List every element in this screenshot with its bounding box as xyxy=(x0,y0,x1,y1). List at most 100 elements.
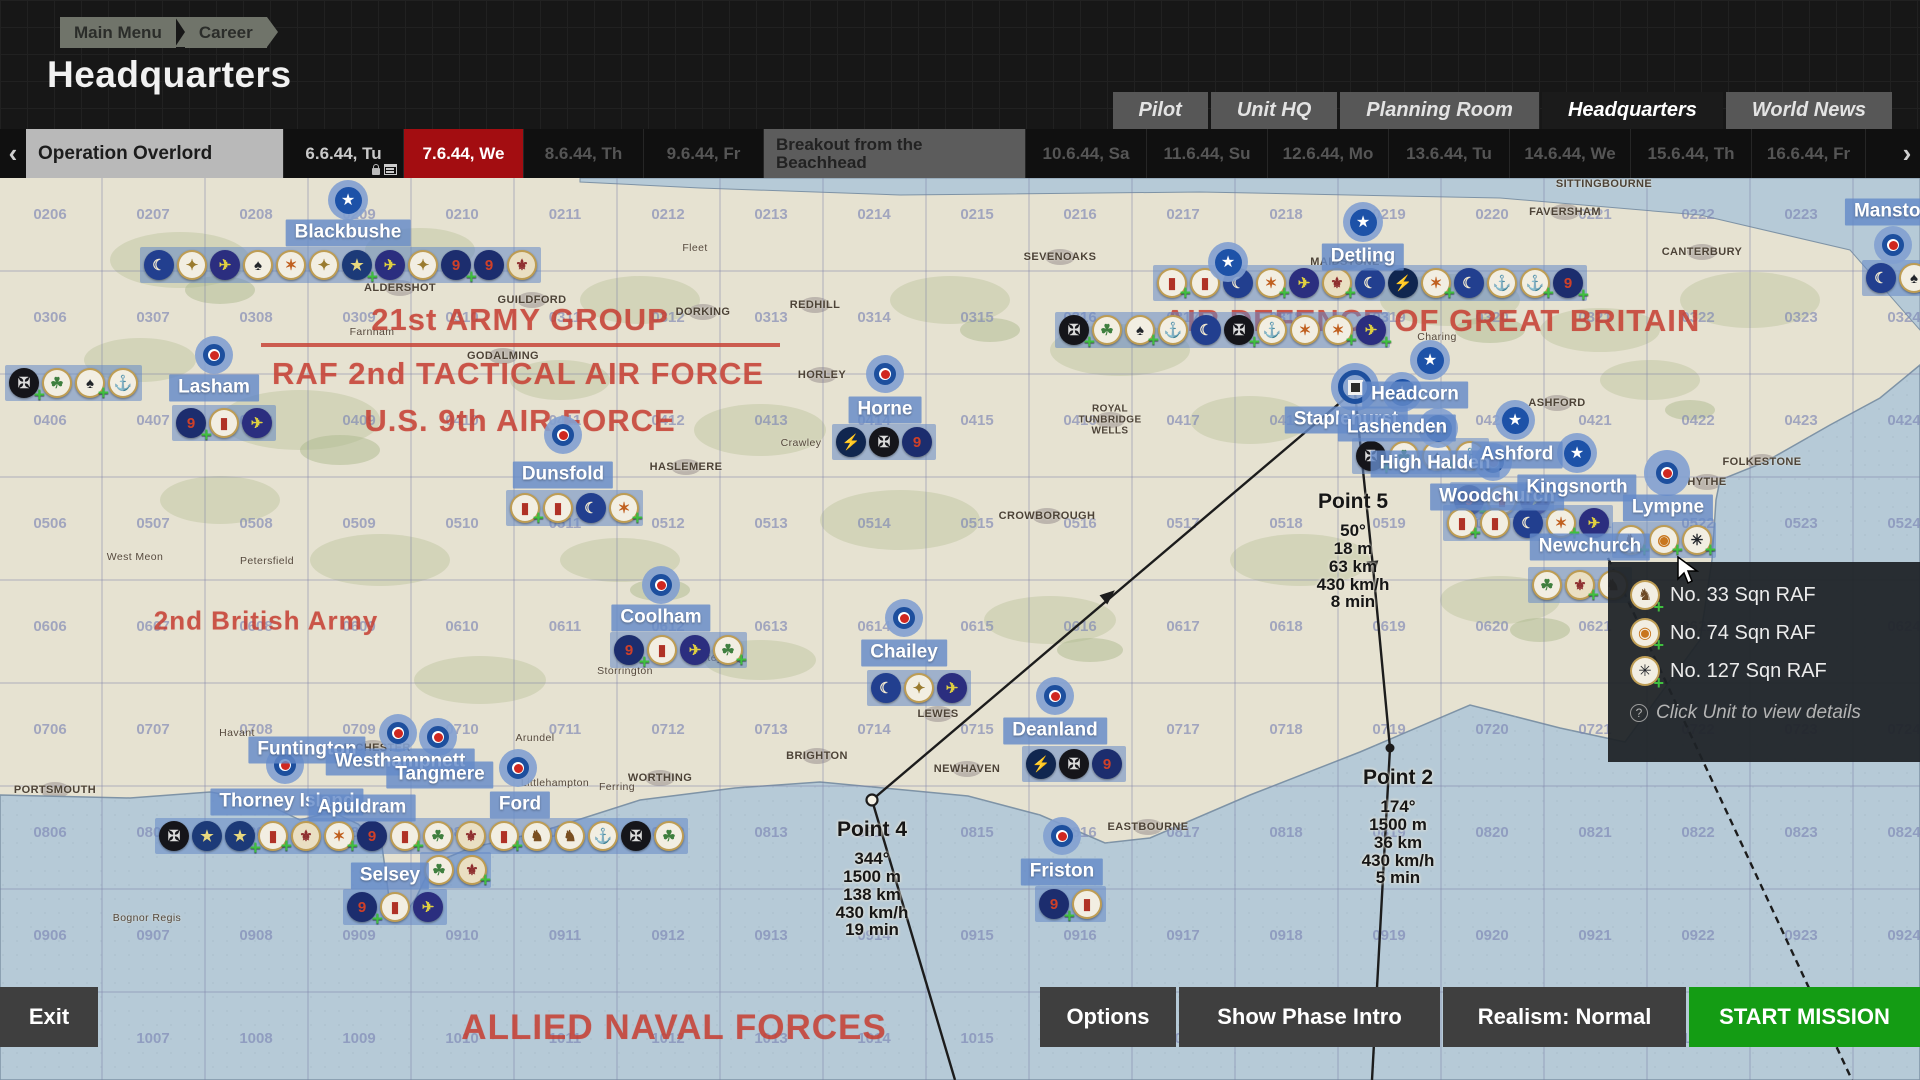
airfield-marker-blackbushe[interactable]: ★ xyxy=(328,180,368,220)
timeline-date-14.6.44[interactable]: 14.6.44, We xyxy=(1510,129,1631,178)
squadron-badge[interactable]: ☘+ xyxy=(713,635,743,665)
start-mission-button[interactable]: START MISSION xyxy=(1689,987,1920,1047)
timeline-date-15.6.44[interactable]: 15.6.44, Th xyxy=(1631,129,1752,178)
squadron-badge[interactable]: ✶+ xyxy=(1256,268,1286,298)
squadron-badge[interactable]: ▮ xyxy=(543,493,573,523)
airfield-label-horne[interactable]: Horne xyxy=(849,397,922,424)
squadron-badge[interactable]: 9 xyxy=(902,427,932,457)
timeline-date-16.6.44[interactable]: 16.6.44, Fr xyxy=(1752,129,1866,178)
squadron-badge[interactable]: ✶+ xyxy=(1421,268,1451,298)
squadron-badge[interactable]: 9+ xyxy=(1553,268,1583,298)
squadron-badge[interactable]: ⚜ xyxy=(507,250,537,280)
airfield-label-chailey[interactable]: Chailey xyxy=(861,640,947,667)
squadron-badge[interactable]: ✶+ xyxy=(324,821,354,851)
squadron-badge[interactable]: ✈ xyxy=(937,673,967,703)
squadron-badge[interactable]: ★+ xyxy=(342,250,372,280)
exit-button[interactable]: Exit xyxy=(0,987,98,1047)
squadron-badge[interactable]: ♠+ xyxy=(1125,315,1155,345)
airfield-label-lympne[interactable]: Lympne xyxy=(1623,495,1713,522)
squadron-badge[interactable]: ⚜+ xyxy=(1322,268,1352,298)
squadron-badge[interactable]: ✦ xyxy=(904,673,934,703)
squadron-badge[interactable]: 9 xyxy=(357,821,387,851)
breadcrumb-career[interactable]: Career xyxy=(185,17,267,48)
squadron-badge[interactable]: ⚓ xyxy=(108,368,138,398)
squadron-badge[interactable]: ✠+ xyxy=(1059,315,1089,345)
squadron-badge[interactable]: ♠ xyxy=(243,250,273,280)
squadron-badge[interactable]: ☾ xyxy=(1191,315,1221,345)
squadron-badge[interactable]: ✶ xyxy=(276,250,306,280)
squadron-badge[interactable]: ✠+ xyxy=(9,368,39,398)
squadron-badge[interactable]: ⚜+ xyxy=(1565,570,1595,600)
airfield-label-newchurch[interactable]: Newchurch xyxy=(1530,534,1650,561)
squadron-badge[interactable]: ▮ xyxy=(1480,508,1510,538)
airfield-marker-horne[interactable] xyxy=(866,355,904,393)
squadron-badge[interactable]: ✠ xyxy=(159,821,189,851)
squadron-badge[interactable]: ✳+ xyxy=(1682,525,1712,555)
squadron-badge[interactable]: ✶+ xyxy=(609,493,639,523)
squadron-badge[interactable]: ⚓ xyxy=(1158,315,1188,345)
squadron-badge[interactable]: ⚜ xyxy=(291,821,321,851)
squadron-badge[interactable]: ✦ xyxy=(309,250,339,280)
airfield-label-tangmere[interactable]: Tangmere xyxy=(386,762,493,789)
squadron-badge[interactable]: 9+ xyxy=(441,250,471,280)
airfield-label-deanland[interactable]: Deanland xyxy=(1003,718,1107,745)
timeline-phase[interactable]: Operation Overlord xyxy=(26,129,284,178)
squadron-badge[interactable]: ⚜ xyxy=(456,821,486,851)
airfield-label-lashenden[interactable]: Lashenden xyxy=(1338,415,1456,442)
squadron-badge[interactable]: ✦ xyxy=(408,250,438,280)
squadron-badge[interactable]: ☾ xyxy=(1866,263,1896,293)
squadron-badge[interactable]: 9 xyxy=(474,250,504,280)
timeline-date-13.6.44[interactable]: 13.6.44, Tu xyxy=(1389,129,1510,178)
squadron-badge[interactable]: ✈ xyxy=(413,892,443,922)
airfield-marker-chailey[interactable] xyxy=(885,599,923,637)
squadron-badge[interactable]: 9+ xyxy=(347,892,377,922)
squadron-badge[interactable]: ▮+ xyxy=(1447,508,1477,538)
airfield-marker-kingsnorth[interactable]: ★ xyxy=(1557,433,1597,473)
squadron-badge[interactable]: ▮ xyxy=(380,892,410,922)
squadron-badge[interactable]: ▮+ xyxy=(1157,268,1187,298)
airfield-label-dunsfold[interactable]: Dunsfold xyxy=(513,462,613,489)
squadron-badge[interactable]: ⚡ xyxy=(1388,268,1418,298)
airfield-label-headcorn[interactable]: Headcorn xyxy=(1362,382,1468,409)
airfield-marker-ford[interactable] xyxy=(499,749,537,787)
squadron-badge[interactable]: ▮+ xyxy=(390,821,420,851)
squadron-badge[interactable]: ☾ xyxy=(871,673,901,703)
options-button[interactable]: Options xyxy=(1040,987,1176,1047)
squadron-badge[interactable]: ▮+ xyxy=(510,493,540,523)
airfield-label-lasham[interactable]: Lasham xyxy=(169,375,259,402)
breadcrumb-main-menu[interactable]: Main Menu xyxy=(60,17,176,48)
airfield-marker-ashford[interactable]: ★ xyxy=(1495,400,1535,440)
airfield-label-selsey[interactable]: Selsey xyxy=(351,863,429,890)
tooltip-unit-row[interactable]: ◉+No. 74 Sqn RAF xyxy=(1630,614,1920,652)
squadron-badge[interactable]: ☘ xyxy=(1092,315,1122,345)
airfield-marker-dunsfold[interactable] xyxy=(544,416,582,454)
airfield-label-ford[interactable]: Ford xyxy=(490,792,550,819)
squadron-badge[interactable]: ✶ xyxy=(1290,315,1320,345)
squadron-badge[interactable]: ✈ xyxy=(210,250,240,280)
airfield-label-detling[interactable]: Detling xyxy=(1322,244,1404,271)
airfield-label-ashford[interactable]: Ashford xyxy=(1472,442,1563,469)
tab-world-news[interactable]: World News xyxy=(1726,92,1892,129)
squadron-badge[interactable]: ▮+ xyxy=(489,821,519,851)
squadron-badge[interactable]: ▮ xyxy=(1072,889,1102,919)
tab-headquarters[interactable]: Headquarters xyxy=(1542,92,1723,129)
tab-planning-room[interactable]: Planning Room xyxy=(1340,92,1539,129)
squadron-badge[interactable]: ⚓ xyxy=(1487,268,1517,298)
squadron-badge[interactable]: ◉+ xyxy=(1649,525,1679,555)
squadron-badge[interactable]: ☾ xyxy=(144,250,174,280)
squadron-badge[interactable]: ⚡ xyxy=(836,427,866,457)
squadron-badge[interactable]: ▮ xyxy=(209,408,239,438)
squadron-badge[interactable]: ♞ xyxy=(522,821,552,851)
timeline-date-11.6.44[interactable]: 11.6.44, Su xyxy=(1147,129,1268,178)
squadron-badge[interactable]: ✈ xyxy=(680,635,710,665)
airfield-label-friston[interactable]: Friston xyxy=(1021,859,1103,886)
squadron-badge[interactable]: 9+ xyxy=(176,408,206,438)
squadron-badge[interactable]: ♠+ xyxy=(75,368,105,398)
show-phase-intro-button[interactable]: Show Phase Intro xyxy=(1179,987,1440,1047)
tooltip-unit-row[interactable]: ♞+No. 33 Sqn RAF xyxy=(1630,576,1920,614)
airfield-label-coolham[interactable]: Coolham xyxy=(611,605,710,632)
squadron-badge[interactable]: 9+ xyxy=(614,635,644,665)
squadron-badge[interactable]: ⚓ xyxy=(1257,315,1287,345)
airfield-marker-coolham[interactable] xyxy=(642,566,680,604)
airfield-label-kingsnorth[interactable]: Kingsnorth xyxy=(1517,475,1636,502)
